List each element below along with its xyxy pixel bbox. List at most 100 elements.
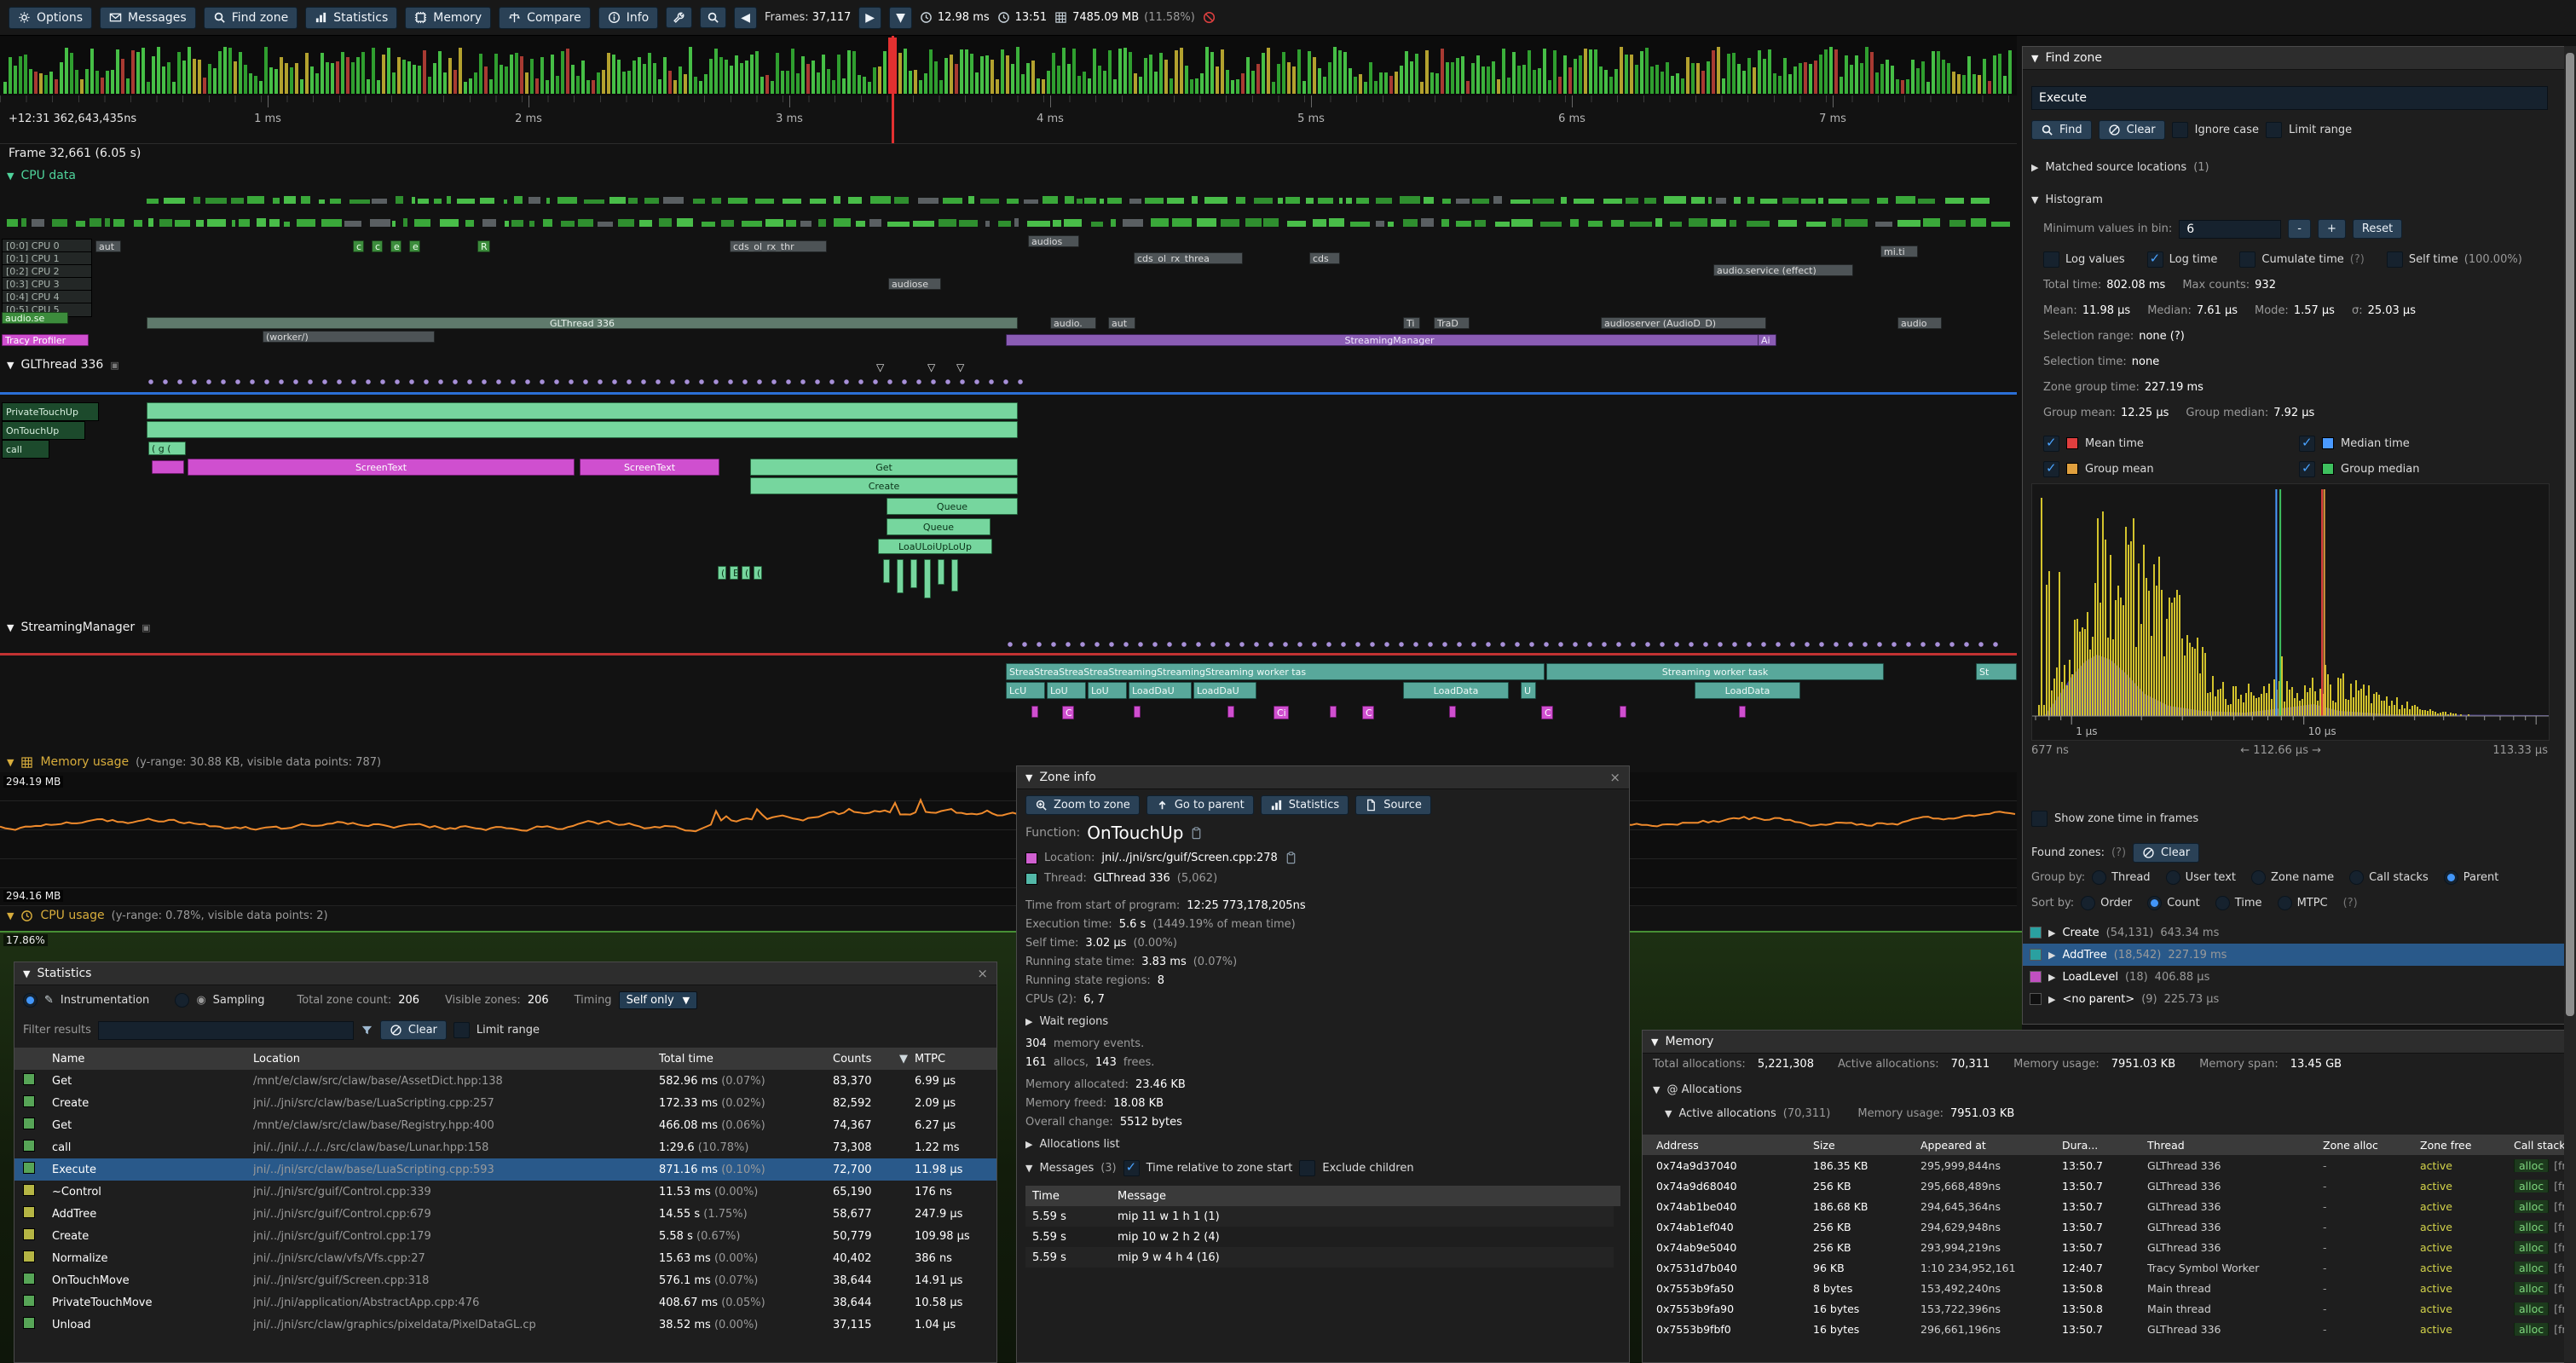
alloc-callstack-button[interactable]: alloc (2514, 1282, 2549, 1295)
found-zone-item[interactable]: ▶Create(54,131)643.34 ms (2023, 921, 2575, 944)
checkbox[interactable] (2147, 251, 2163, 268)
timeline-zone[interactable] (1031, 706, 1038, 718)
timeline-zone[interactable]: ( (718, 566, 726, 580)
timeline-zone[interactable]: e (390, 240, 401, 252)
statistics-table-row[interactable]: Get/mnt/e/claw/src/claw/base/AssetDict.h… (14, 1070, 996, 1092)
messages-button[interactable]: Messages (100, 7, 196, 29)
timeline-zone[interactable]: LoadDaU (1193, 682, 1256, 699)
thread-options-icon[interactable]: ▣ (110, 360, 118, 371)
next-frame-button[interactable]: ▶ (858, 7, 881, 29)
options-button[interactable]: Options (9, 7, 92, 29)
legend-checkbox[interactable] (2299, 461, 2315, 477)
thread-options-icon[interactable]: ▣ (142, 622, 150, 633)
statistics-table-row[interactable]: Get/mnt/e/claw/src/claw/base/Registry.hp… (14, 1114, 996, 1136)
found-clear-button[interactable]: Clear (2133, 843, 2199, 863)
zoom-to-zone-button[interactable]: Zoom to zone (1025, 795, 1140, 815)
timeline-zone[interactable]: ( g ( (148, 442, 186, 455)
alloc-address[interactable]: 0x7531d7b040 (1656, 1262, 1813, 1274)
active-allocations-toggle[interactable]: ▼ Active allocations(70,311) Memory usag… (1665, 1107, 2014, 1120)
tools-button[interactable] (666, 7, 692, 28)
go-to-parent-button[interactable]: Go to parent (1146, 795, 1254, 815)
timeline-zone[interactable] (1620, 706, 1626, 718)
time-relative-checkbox[interactable] (1123, 1160, 1140, 1176)
timeline-zone[interactable] (924, 559, 931, 598)
allocations-section-toggle[interactable]: ▼@ Allocations (1653, 1083, 1741, 1096)
allocations-list-toggle[interactable]: ▶Allocations list (1025, 1138, 1120, 1151)
allocation-row[interactable]: 0x7553b9fbf016 bytes296,661,196ns13:50.7… (1643, 1319, 2575, 1339)
radio[interactable] (2092, 870, 2106, 885)
memory-table-header[interactable]: Address Size Appeared at Dura... Thread … (1643, 1135, 2575, 1155)
timeline-zone[interactable]: cds_ol_rx_threa (1134, 252, 1243, 264)
allocation-row[interactable]: 0x7553b9fa9016 bytes153,722,396ns13:50.8… (1643, 1298, 2575, 1319)
clear-button[interactable]: Clear (2099, 120, 2165, 140)
wait-regions-toggle[interactable]: ▶Wait regions (1025, 1015, 1108, 1028)
show-zone-time-checkbox[interactable] (2031, 811, 2048, 827)
radio[interactable] (2349, 870, 2364, 885)
alloc-address[interactable]: 0x74a9d68040 (1656, 1180, 1813, 1193)
find-zone-input[interactable]: Execute (2031, 86, 2548, 110)
timeline-zone[interactable]: LcU (1006, 682, 1045, 699)
legend-checkbox[interactable] (2043, 461, 2059, 477)
limit-range-checkbox[interactable] (2266, 122, 2282, 138)
timeline-zone[interactable]: TraD (1434, 317, 1470, 329)
streaming-header[interactable]: ▼StreamingManager▣ (7, 621, 151, 634)
find-zone-button[interactable]: Find zone (204, 7, 298, 29)
timeline-zone[interactable]: cds (1309, 252, 1340, 264)
limit-range-checkbox[interactable] (453, 1022, 470, 1038)
timeline-zone[interactable]: LoadData (1695, 682, 1800, 699)
checkbox[interactable] (2043, 251, 2059, 268)
histogram-toggle[interactable]: ▼Histogram (2031, 193, 2103, 206)
timeline-zone[interactable] (1134, 706, 1141, 718)
min-bin-input[interactable]: 6 (2179, 220, 2281, 239)
compare-button[interactable]: Compare (499, 7, 591, 29)
allocation-row[interactable]: 0x7531d7b04096 KB1:10 234,952,16112:40.7… (1643, 1257, 2575, 1278)
timeline-zone[interactable]: GLThread 336 (147, 317, 1018, 329)
allocation-row[interactable]: 0x74a9d37040186.35 KB295,999,844ns13:50.… (1643, 1155, 2575, 1175)
info-button[interactable]: Info (598, 7, 659, 29)
funnel-icon[interactable] (361, 1024, 373, 1037)
copy-icon[interactable] (1190, 827, 1203, 840)
frame-dropdown-button[interactable]: ▼ (889, 7, 912, 29)
timeline-zone[interactable]: ( (742, 566, 750, 580)
alloc-address[interactable]: 0x74ab9e5040 (1656, 1241, 1813, 1254)
legend-checkbox[interactable] (2299, 436, 2315, 452)
radio[interactable] (2215, 896, 2230, 910)
message-row[interactable]: 5.59 smip 11 w 1 h 1 (1) (1025, 1206, 1614, 1227)
statistics-table-row[interactable]: ~Controljni/../jni/src/guif/Control.cpp:… (14, 1181, 996, 1203)
timeline-zone[interactable]: C (1062, 706, 1074, 719)
glthread-header[interactable]: ▼GLThread 336▣ (7, 358, 119, 372)
timeline-zone[interactable]: mi.ti (1880, 245, 1918, 257)
alloc-callstack-button[interactable]: alloc (2514, 1221, 2549, 1233)
alloc-callstack-button[interactable]: alloc (2514, 1302, 2549, 1315)
statistics-panel-title[interactable]: ▼Statistics× (14, 962, 996, 985)
timeline-zone[interactable] (1227, 706, 1234, 718)
timeline-zone[interactable] (897, 559, 904, 593)
timeline-zone[interactable]: audio (1897, 317, 1942, 329)
reset-button[interactable]: Reset (2353, 219, 2402, 239)
statistics-table-row[interactable]: Executejni/../jni/src/claw/base/LuaScrip… (14, 1158, 996, 1181)
timeline-zone[interactable] (152, 460, 184, 474)
goto-frame-button[interactable] (700, 7, 726, 28)
alloc-callstack-button[interactable]: alloc (2514, 1323, 2549, 1336)
timeline-zone[interactable] (910, 559, 917, 588)
radio[interactable] (2166, 870, 2180, 885)
timeline-zone[interactable]: Queue (887, 518, 991, 535)
checkbox[interactable] (2387, 251, 2403, 268)
close-icon[interactable]: × (1609, 770, 1620, 785)
message-marker-icon[interactable]: ▽ (956, 361, 964, 373)
statistics-table-row[interactable]: Createjni/../jni/src/guif/Control.cpp:17… (14, 1225, 996, 1247)
timeline-zone[interactable]: StreaStreaStreaStreaStreamingStreamingSt… (1006, 663, 1545, 680)
ignore-case-checkbox[interactable] (2172, 122, 2188, 138)
zone-info-panel-title[interactable]: ▼Zone info× (1017, 766, 1629, 789)
memory-button[interactable]: Memory (405, 7, 491, 29)
timeline-ruler[interactable]: +12:31 362,643,435ns 1 ms2 ms3 ms4 ms5 m… (0, 95, 2017, 144)
alloc-address[interactable]: 0x74ab1be040 (1656, 1200, 1813, 1213)
checkbox[interactable] (2239, 251, 2255, 268)
timeline-zone[interactable]: Ti (1403, 317, 1420, 329)
timeline-zone[interactable]: C (1362, 706, 1374, 719)
matched-locations-toggle[interactable]: ▶Matched source locations(1) (2031, 161, 2209, 174)
statistics-button[interactable]: Statistics (1261, 795, 1349, 815)
message-dots-row[interactable] (147, 377, 1025, 387)
cpu-usage-header[interactable]: ▼CPU usage(y-range: 0.78%, visible data … (7, 909, 328, 922)
statistics-button[interactable]: Statistics (305, 7, 397, 29)
